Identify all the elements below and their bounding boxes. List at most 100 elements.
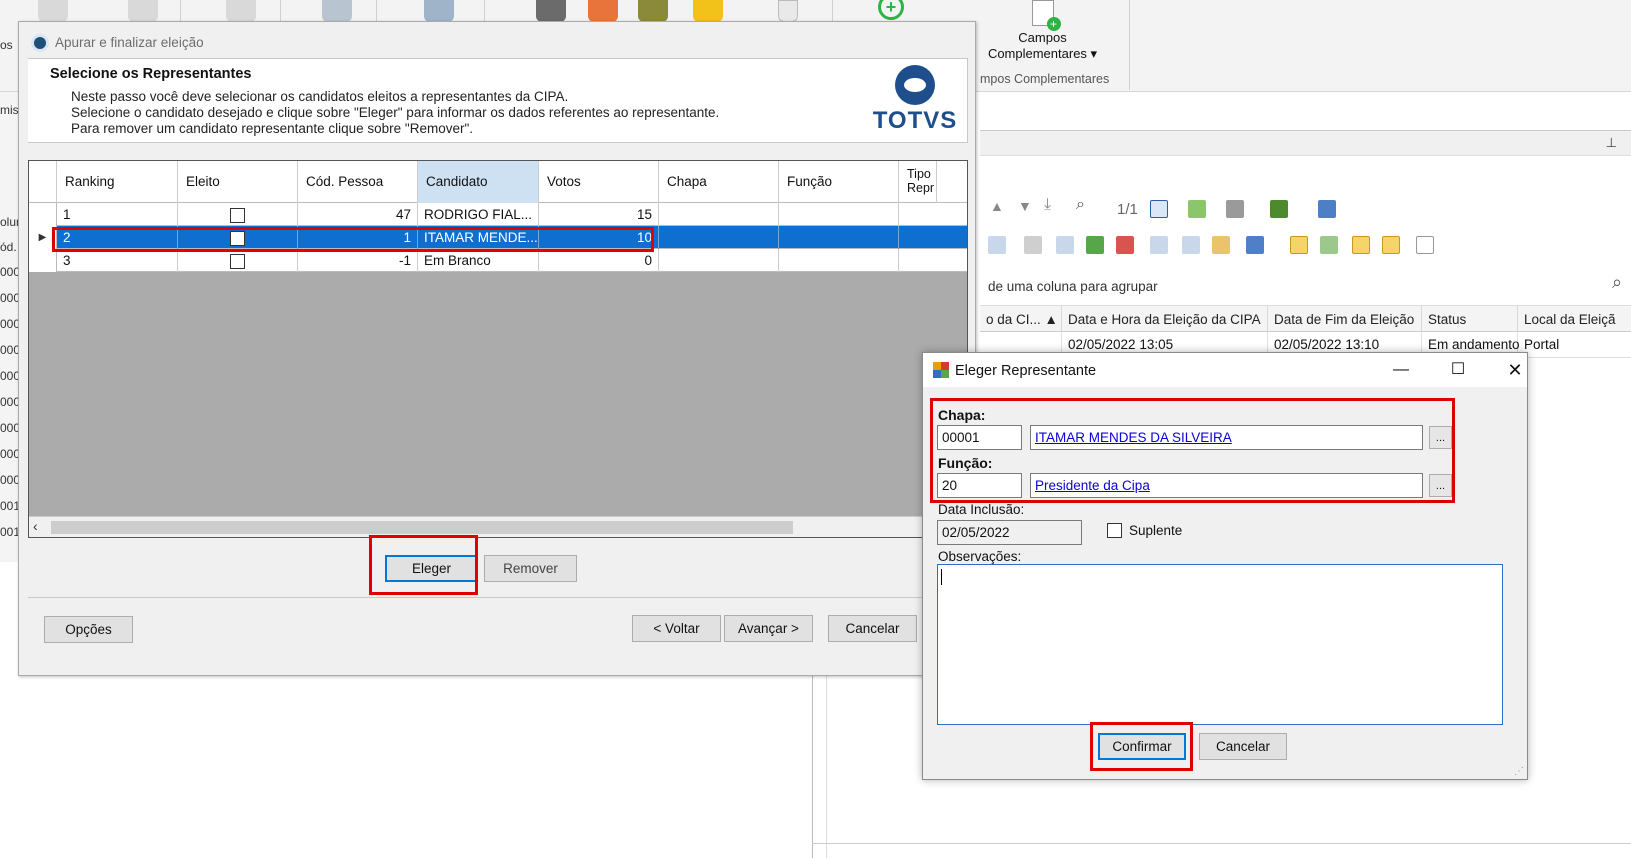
funcao-code-field[interactable]: 20 — [937, 473, 1022, 498]
minimize-icon[interactable]: — — [1378, 355, 1424, 385]
scroll-left-icon[interactable]: ‹ — [33, 518, 38, 534]
hardhat-icon[interactable] — [693, 0, 723, 22]
column-header-funcao[interactable]: Função — [779, 161, 899, 203]
table-row[interactable]: 3 -1 Em Branco 0 — [29, 249, 967, 272]
image-icon[interactable] — [1212, 236, 1230, 254]
left-strip-row[interactable]: 000 — [0, 395, 20, 409]
dialog-cancelar-button[interactable]: Cancelar — [1199, 733, 1287, 760]
columns-icon[interactable] — [1150, 236, 1168, 254]
column-header[interactable]: Status — [1422, 306, 1518, 333]
column-header-eleito[interactable]: Eleito — [178, 161, 298, 203]
column-header[interactable]: o da CI... ▲ — [980, 306, 1062, 333]
observacoes-textarea[interactable] — [937, 564, 1503, 725]
left-strip-row[interactable]: 001 — [0, 499, 20, 513]
layout-icon[interactable] — [988, 236, 1006, 254]
column-header-tipo-repr[interactable]: Tipo Repr — [899, 161, 937, 203]
add-circle-icon[interactable]: + — [878, 0, 904, 20]
suplente-checkbox[interactable] — [1107, 523, 1122, 538]
building-icon[interactable] — [322, 0, 352, 22]
confirmar-button[interactable]: Confirmar — [1098, 733, 1186, 760]
view-icon[interactable] — [1352, 236, 1370, 254]
person-icon[interactable] — [38, 0, 68, 22]
sum-icon[interactable] — [1182, 236, 1200, 254]
move-down-icon[interactable]: ▼ — [1018, 198, 1032, 214]
document-plus-icon[interactable] — [778, 0, 798, 22]
eleito-checkbox[interactable] — [230, 230, 245, 246]
font-icon[interactable] — [1416, 236, 1434, 254]
row-selector[interactable] — [29, 203, 57, 226]
column-header-cod-pessoa[interactable]: Cód. Pessoa — [298, 161, 418, 203]
print-icon[interactable] — [1226, 200, 1244, 218]
worker-icon[interactable] — [424, 0, 454, 22]
column-header-votos[interactable]: Votos — [539, 161, 659, 203]
horizontal-scrollbar[interactable]: ‹ — [29, 516, 967, 537]
funcao-lookup-button[interactable]: ... — [1429, 474, 1452, 497]
download-icon[interactable] — [1086, 236, 1104, 254]
data-inclusao-field[interactable]: 02/05/2022 — [937, 520, 1082, 545]
left-strip-row[interactable]: 000 — [0, 265, 20, 279]
eleito-checkbox[interactable] — [230, 207, 245, 223]
chapa-name-link[interactable]: ITAMAR MENDES DA SILVEIRA — [1030, 425, 1423, 450]
left-strip-row[interactable]: 001 — [0, 525, 20, 539]
export-icon[interactable] — [1188, 200, 1206, 218]
layout-icon[interactable] — [1056, 236, 1074, 254]
move-bottom-icon[interactable]: ⤓ — [1044, 196, 1051, 214]
search-icon[interactable]: ⌕ — [1612, 272, 1622, 293]
table-row-selected[interactable]: ▶ 2 1 ITAMAR MENDE... 10 — [29, 226, 967, 249]
left-strip-row[interactable]: 000 — [0, 291, 20, 305]
person-star-icon[interactable] — [226, 0, 256, 22]
scrollbar-thumb[interactable] — [51, 521, 793, 534]
resize-grip-icon[interactable]: ⋰ — [1514, 766, 1524, 777]
filter-icon[interactable] — [1318, 200, 1336, 218]
person-icon[interactable] — [128, 0, 158, 22]
column-header-ranking[interactable]: Ranking — [57, 161, 178, 203]
upload-icon[interactable] — [1116, 236, 1134, 254]
left-strip-row[interactable]: 000 — [0, 421, 20, 435]
cell-eleito[interactable] — [178, 203, 298, 226]
chart-icon[interactable] — [1246, 236, 1264, 254]
left-strip-text: olur — [0, 215, 20, 229]
eleger-button[interactable]: Eleger — [385, 555, 478, 582]
layout-icon[interactable] — [1024, 236, 1042, 254]
calendar-icon[interactable] — [588, 0, 618, 22]
chapa-lookup-button[interactable]: ... — [1429, 426, 1452, 449]
data-inclusao-label: Data Inclusão: — [938, 502, 1025, 517]
view-icon[interactable] — [1290, 236, 1308, 254]
row-selector[interactable] — [29, 249, 57, 272]
column-header[interactable]: Data de Fim da Eleição — [1268, 306, 1422, 333]
remover-button[interactable]: Remover — [484, 555, 577, 582]
funcao-name-link[interactable]: Presidente da Cipa — [1030, 473, 1423, 498]
column-header-chapa[interactable]: Chapa — [659, 161, 779, 203]
column-header-candidato[interactable]: Candidato — [418, 161, 539, 203]
left-strip-row[interactable]: 000 — [0, 369, 20, 383]
close-icon[interactable]: ✕ — [1492, 355, 1538, 385]
binoculars-icon[interactable]: ⌕ — [1076, 196, 1085, 214]
campos-complementares-button[interactable]: + Campos Complementares ▾ — [980, 0, 1105, 70]
table-row[interactable]: 1 47 RODRIGO FIAL... 15 — [29, 203, 967, 226]
chapa-code-field[interactable]: 00001 — [937, 425, 1022, 450]
voltar-button[interactable]: < Voltar — [632, 615, 721, 642]
cube-icon[interactable] — [536, 0, 566, 22]
move-up-icon[interactable]: ▲ — [990, 198, 1004, 214]
maximize-icon[interactable]: ☐ — [1435, 355, 1481, 385]
left-strip-row[interactable]: 000 — [0, 473, 20, 487]
pin-icon[interactable]: ⊥ — [1606, 135, 1617, 151]
eleito-checkbox[interactable] — [230, 253, 245, 269]
folder-icon[interactable] — [638, 0, 668, 22]
process-icon[interactable] — [1270, 200, 1288, 218]
view-icon[interactable] — [1320, 236, 1338, 254]
left-strip-row[interactable]: 000 — [0, 447, 20, 461]
view-icon[interactable] — [1382, 236, 1400, 254]
wizard-cancelar-button[interactable]: Cancelar — [828, 615, 917, 642]
left-strip-row[interactable]: 000 — [0, 317, 20, 331]
cell-eleito[interactable] — [178, 249, 298, 272]
splitter[interactable] — [812, 650, 813, 858]
opcoes-button[interactable]: Opções — [44, 616, 133, 643]
cell-eleito[interactable] — [178, 226, 298, 249]
column-header[interactable]: Data e Hora da Eleição da CIPA — [1062, 306, 1268, 333]
avancar-button[interactable]: Avançar > — [724, 615, 813, 642]
column-header[interactable]: Local da Eleiçã — [1518, 306, 1631, 333]
left-strip-row[interactable]: 000 — [0, 343, 20, 357]
calendar-grid-icon[interactable] — [1150, 200, 1168, 218]
row-selector[interactable]: ▶ — [29, 226, 57, 249]
